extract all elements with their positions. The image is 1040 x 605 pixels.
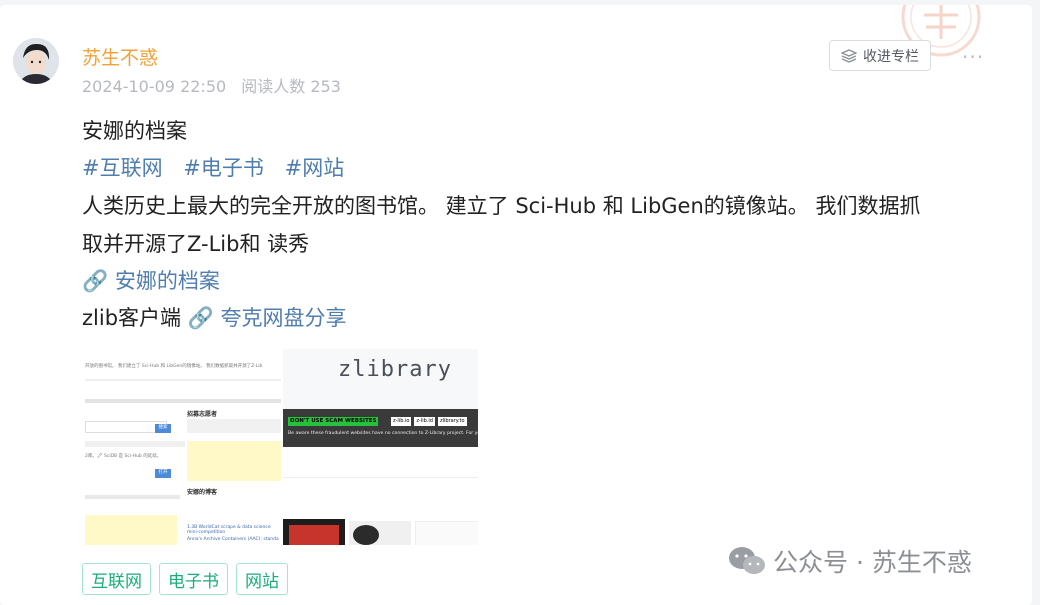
tag-chip-internet[interactable]: 互联网 [82,563,151,595]
zlibrary-logo: zlibrary [338,357,452,382]
post-card: 苏生不惑 2024-10-09 22:50 阅读人数 253 收进专栏 ··· … [0,5,1032,605]
description-line-2: 取并开源了Z-Lib和 读秀 [82,232,310,256]
avatar-portrait-icon [13,38,59,84]
post-meta: 2024-10-09 22:50 阅读人数 253 [82,73,351,97]
hashtag-internet[interactable]: #互联网 [82,156,163,180]
tag-chip-ebook[interactable]: 电子书 [159,563,228,595]
add-to-column-button[interactable]: 收进专栏 [829,40,931,71]
watermark-text: 公众号 · 苏生不惑 [773,548,972,577]
shot-blog-title: 安娜的博客 [187,489,218,496]
shot-open-button: 打开 [155,469,171,478]
wechat-icon [729,547,765,574]
scam-warning-label: DON'T USE SCAM WEBSITES [288,417,379,426]
client-line: zlib客户端 🔗 夸克网盘分享 [82,302,347,332]
screenshot-grid[interactable]: 开放的图书馆。 我们建立了 Sci-Hub 和 LibGen的镜像站。 我们数据… [85,349,478,545]
shot-scihub-text: 2库。🖋 SciDB 是 Sci-Hub 的延续。 [85,454,162,459]
scam-site-3: zlibrary.to [437,417,467,426]
hashtag-ebook[interactable]: #电子书 [183,156,264,180]
scam-site-2: z-lib.id [414,417,435,426]
more-options-icon[interactable]: ··· [962,45,984,69]
description-line-1: 人类历史上最大的完全开放的图书馆。 建立了 Sci-Hub 和 LibGen的镜… [82,194,921,218]
scam-site-1: z-lib.io [391,417,412,426]
zlibrary-screenshot[interactable]: zlibrary DON'T USE SCAM WEBSITES z-lib.i… [283,349,478,545]
quark-share-link[interactable]: 🔗 夸克网盘分享 [188,306,347,330]
read-count: 阅读人数 253 [241,77,341,96]
tag-chips: 互联网 电子书 网站 [82,563,288,595]
scam-banner-text: Be aware these fraudulent websites have … [288,431,478,436]
author-name[interactable]: 苏生不惑 [82,43,158,70]
client-label: zlib客户端 [82,306,182,330]
annas-archive-screenshot[interactable]: 开放的图书馆。 我们建立了 Sci-Hub 和 LibGen的镜像站。 我们数据… [85,349,281,545]
wechat-watermark: 公众号 · 苏生不惑 [727,543,972,579]
stack-icon [841,48,857,63]
shot-top-text: 开放的图书馆。 我们建立了 Sci-Hub 和 LibGen的镜像站。 我们数据… [85,364,263,369]
tag-chip-website[interactable]: 网站 [236,563,288,595]
shot-search-button: 搜索 [155,424,171,433]
annas-archive-link[interactable]: 🔗 安娜的档案 [82,265,220,295]
shot-blog-item-1: 1.3B WorldCat scrape & data science mini… [187,525,271,535]
post-date: 2024-10-09 22:50 [82,77,227,96]
hashtag-website[interactable]: #网站 [285,156,345,180]
avatar[interactable] [13,38,59,84]
shot-blog-item-2: Anna's Archive Containers (AAC): standa [187,537,279,542]
add-to-column-label: 收进专栏 [863,48,919,65]
post-title: 安娜的档案 [82,119,187,143]
hashtags: #互联网 #电子书 #网站 [82,152,358,182]
